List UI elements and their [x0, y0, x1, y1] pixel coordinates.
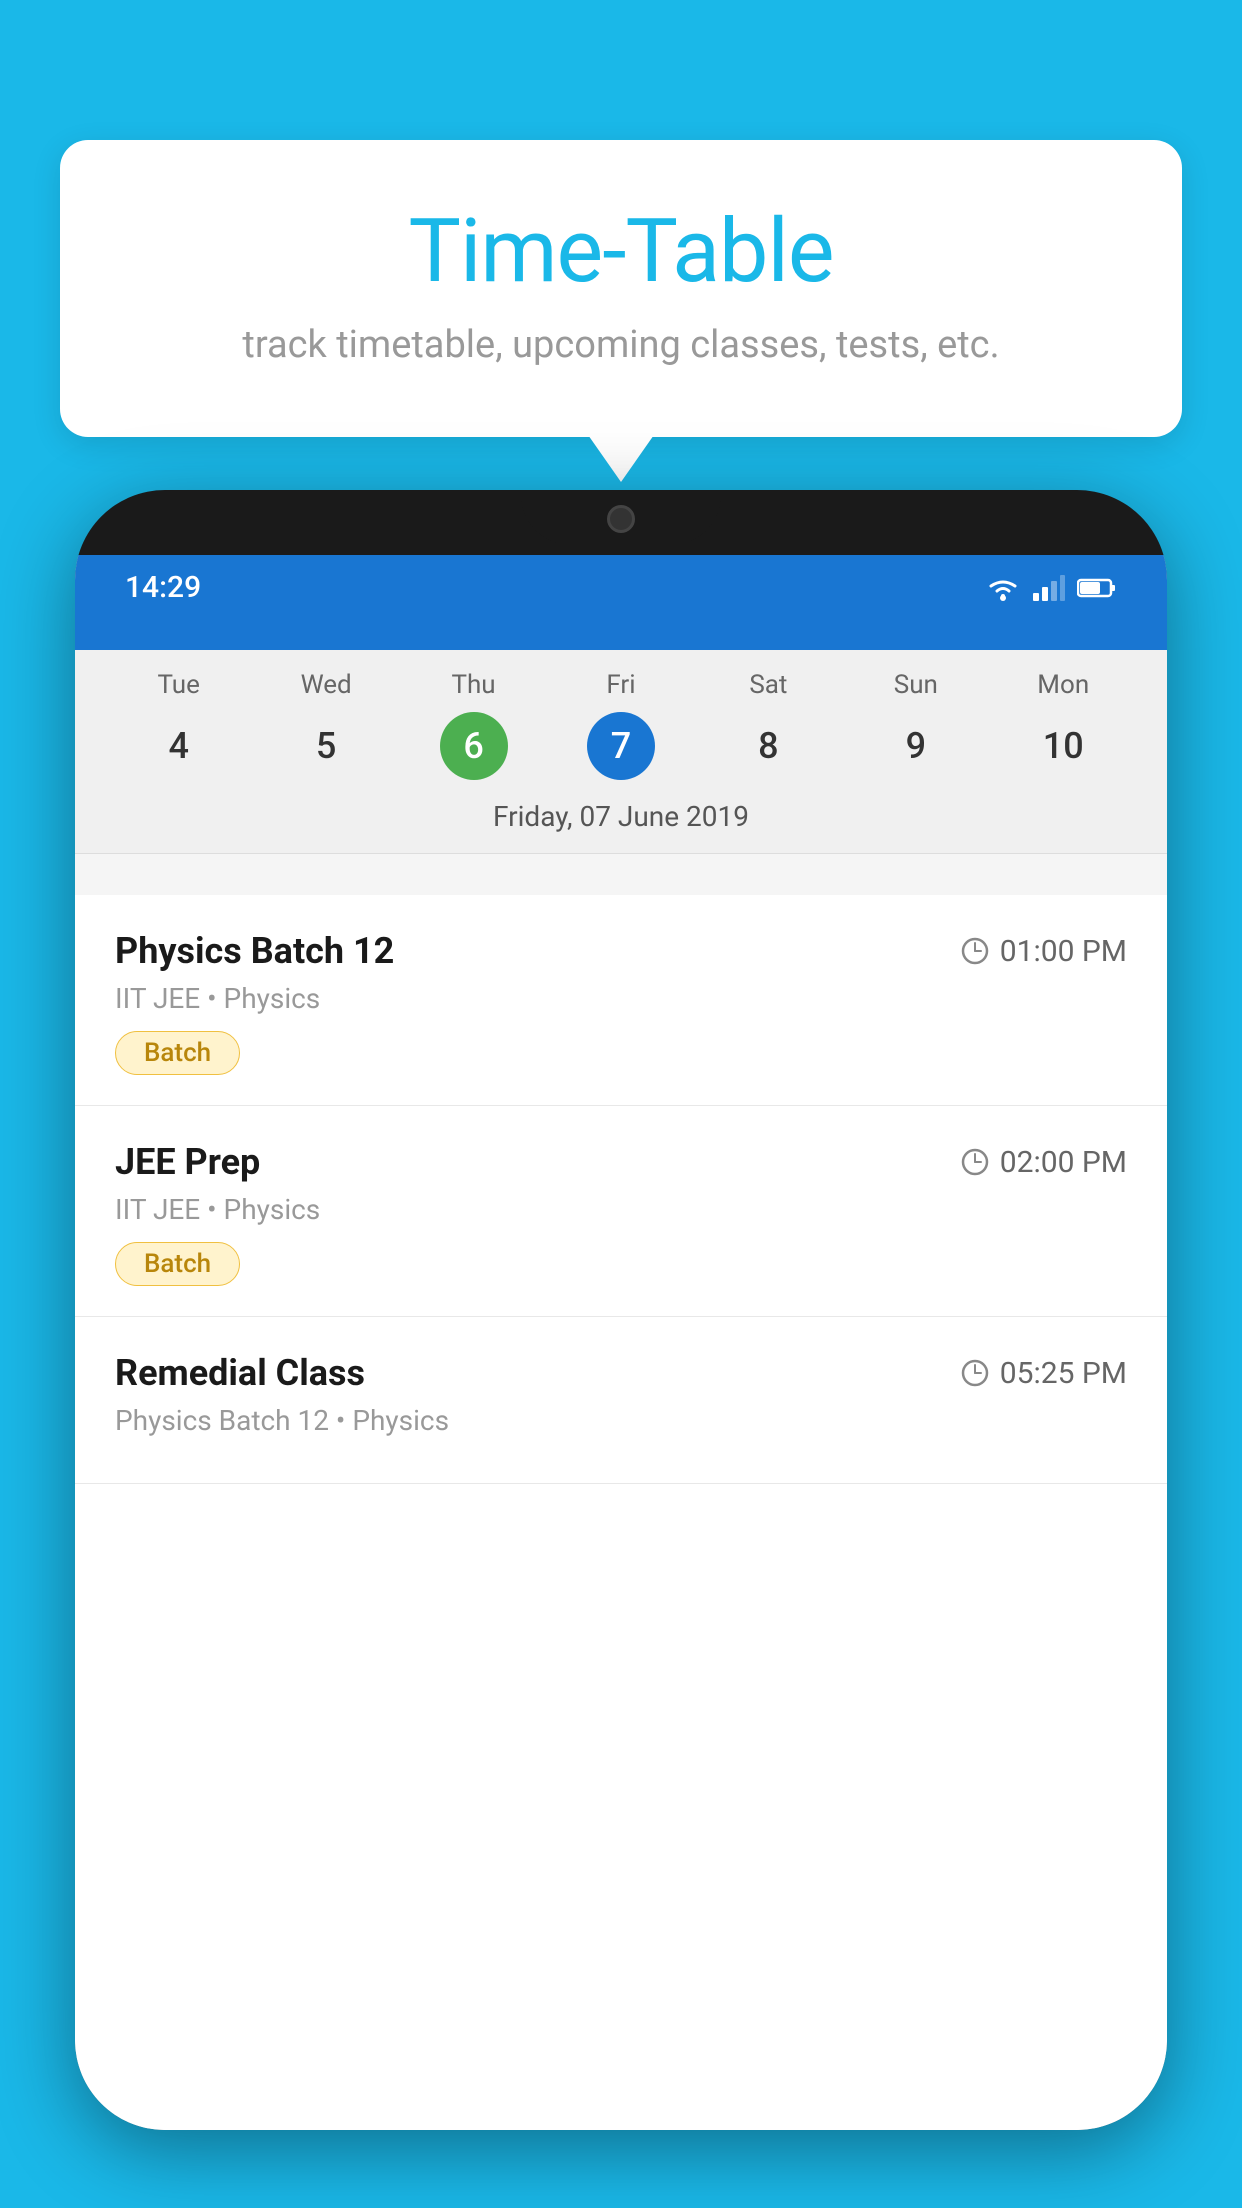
phone-screen: 14:29: [75, 555, 1167, 2130]
calendar-day-col[interactable]: Tue 4: [105, 670, 252, 780]
calendar-day-col[interactable]: Wed 5: [252, 670, 399, 780]
phone-frame: 14:29: [75, 490, 1167, 2130]
calendar-date-label: Friday, 07 June 2019: [75, 790, 1167, 853]
schedule-item-header: Remedial Class 05:25 PM: [115, 1352, 1127, 1394]
batch-badge: Batch: [115, 1031, 240, 1075]
status-icons: [985, 574, 1117, 602]
day-name: Sat: [749, 670, 787, 700]
status-bar: 14:29: [75, 555, 1167, 620]
schedule-item-time: 05:25 PM: [960, 1356, 1127, 1391]
day-number[interactable]: 9: [882, 712, 950, 780]
time-text: 05:25 PM: [1000, 1356, 1127, 1391]
signal-icon: [1033, 575, 1065, 601]
schedule-item[interactable]: Remedial Class 05:25 PM Physics Batch 12 •…: [75, 1317, 1167, 1484]
schedule-item[interactable]: JEE Prep 02:00 PM IIT JEE • Physics Batch: [75, 1106, 1167, 1317]
schedule-item-header: Physics Batch 12 01:00 PM: [115, 930, 1127, 972]
calendar-day-col[interactable]: Fri 7: [547, 670, 694, 780]
calendar-day-col[interactable]: Mon 10: [990, 670, 1137, 780]
day-name: Fri: [606, 670, 635, 700]
front-camera: [607, 505, 635, 533]
calendar-strip: Tue 4 Wed 5 Thu 6 Fri 7 Sat 8 Sun 9 Mon 10 Friday, 07…: [75, 650, 1167, 854]
schedule-item-name: Remedial Class: [115, 1352, 365, 1394]
day-number[interactable]: 10: [1029, 712, 1097, 780]
calendar-divider: [75, 853, 1167, 854]
clock-icon: [960, 1358, 990, 1388]
clock-icon: [960, 936, 990, 966]
schedule-item-time: 02:00 PM: [960, 1145, 1127, 1180]
schedule-list: Physics Batch 12 01:00 PM IIT JEE • Physic…: [75, 895, 1167, 2130]
day-number[interactable]: 5: [292, 712, 360, 780]
speech-bubble-card: Time-Table track timetable, upcoming cla…: [60, 140, 1182, 437]
schedule-item-name: Physics Batch 12: [115, 930, 394, 972]
schedule-item-name: JEE Prep: [115, 1141, 260, 1183]
day-name: Sun: [894, 670, 938, 700]
schedule-item-meta: IIT JEE • Physics: [115, 982, 1127, 1015]
calendar-day-col[interactable]: Thu 6: [400, 670, 547, 780]
calendar-days-row: Tue 4 Wed 5 Thu 6 Fri 7 Sat 8 Sun 9 Mon 10: [75, 650, 1167, 790]
day-name: Mon: [1037, 670, 1089, 700]
phone-wrapper: 14:29: [75, 490, 1167, 2208]
day-name: Thu: [451, 670, 495, 700]
status-time: 14:29: [125, 570, 201, 605]
wifi-icon: [985, 574, 1021, 602]
day-number[interactable]: 4: [145, 712, 213, 780]
bubble-title: Time-Table: [140, 200, 1102, 303]
speech-bubble-section: Time-Table track timetable, upcoming cla…: [60, 140, 1182, 437]
time-text: 01:00 PM: [1000, 934, 1127, 969]
bubble-subtitle: track timetable, upcoming classes, tests…: [140, 323, 1102, 367]
day-name: Tue: [157, 670, 199, 700]
calendar-day-col[interactable]: Sun 9: [842, 670, 989, 780]
battery-icon: [1077, 577, 1117, 599]
phone-notch: [521, 490, 721, 545]
calendar-day-col[interactable]: Sat 8: [695, 670, 842, 780]
time-text: 02:00 PM: [1000, 1145, 1127, 1180]
schedule-item[interactable]: Physics Batch 12 01:00 PM IIT JEE • Physic…: [75, 895, 1167, 1106]
schedule-item-meta: IIT JEE • Physics: [115, 1193, 1127, 1226]
schedule-item-header: JEE Prep 02:00 PM: [115, 1141, 1127, 1183]
schedule-item-time: 01:00 PM: [960, 934, 1127, 969]
schedule-item-meta: Physics Batch 12 • Physics: [115, 1404, 1127, 1437]
clock-icon: [960, 1147, 990, 1177]
day-number[interactable]: 8: [734, 712, 802, 780]
day-number[interactable]: 6: [440, 712, 508, 780]
day-name: Wed: [301, 670, 352, 700]
batch-badge: Batch: [115, 1242, 240, 1286]
day-number[interactable]: 7: [587, 712, 655, 780]
